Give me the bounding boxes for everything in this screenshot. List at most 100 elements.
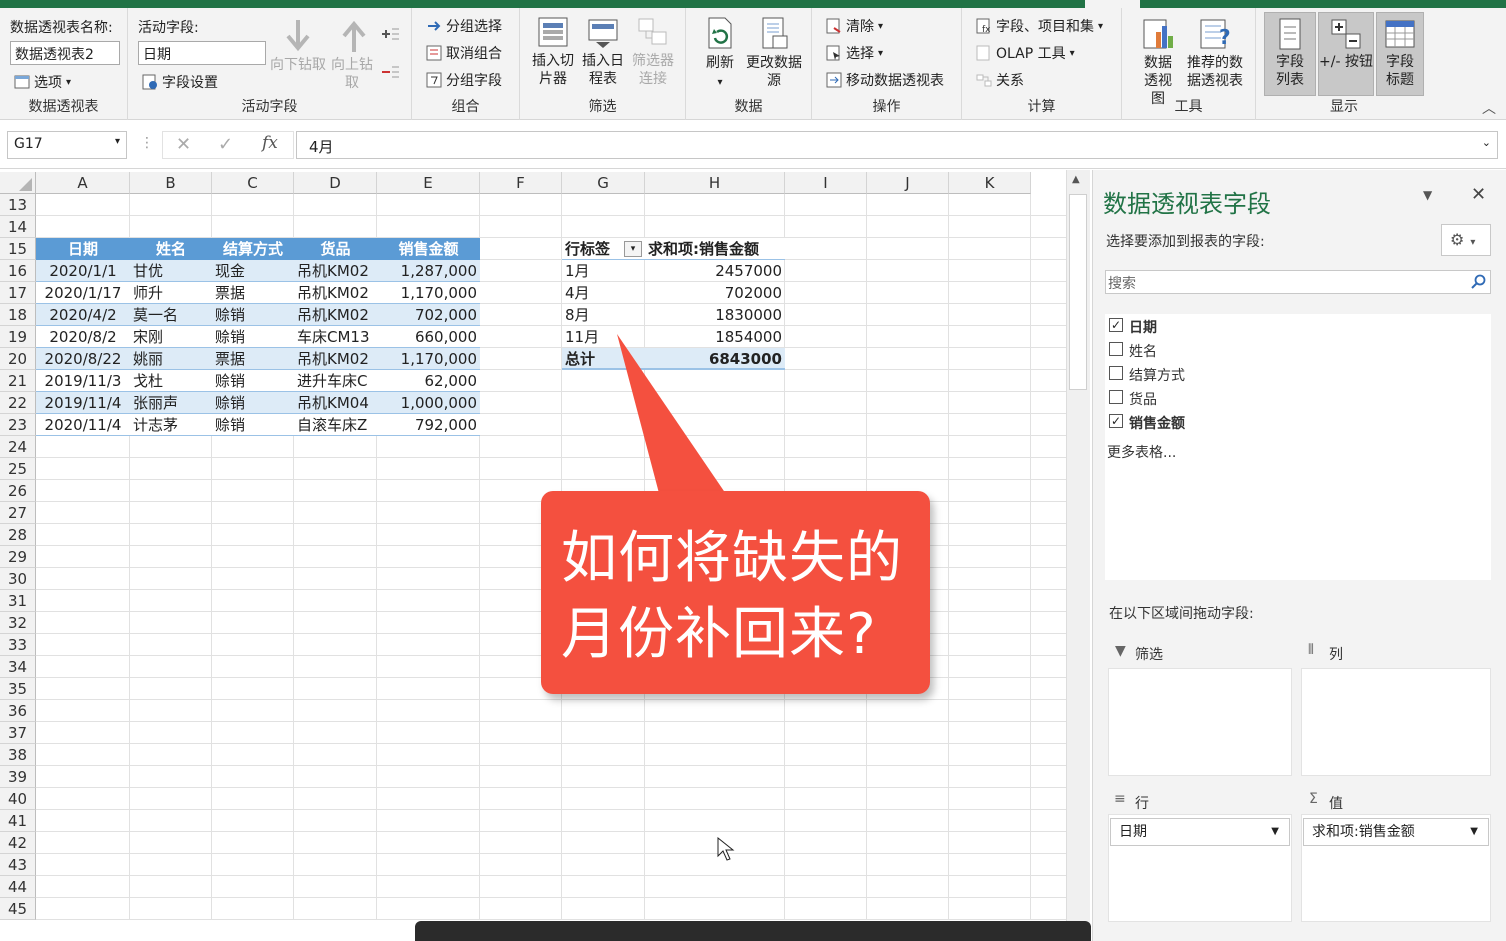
scroll-up-icon[interactable]: ▲	[1072, 174, 1080, 185]
pivot-total-label[interactable]: 总计	[562, 348, 645, 370]
drill-up-button[interactable]: 向上钻取	[330, 18, 378, 92]
chevron-down-icon[interactable]: ▼	[1271, 819, 1279, 845]
field-headers-toggle[interactable]: 字段标题	[1376, 12, 1424, 96]
table-cell[interactable]: 宋刚	[130, 326, 212, 348]
row-header[interactable]: 22	[0, 392, 36, 414]
table-cell[interactable]: 1,000,000	[377, 392, 480, 414]
collapse-ribbon-icon[interactable]: ︿	[1482, 98, 1496, 118]
column-header[interactable]: C	[212, 172, 294, 194]
row-header[interactable]: 23	[0, 414, 36, 436]
row-header[interactable]: 18	[0, 304, 36, 326]
options-button[interactable]: 选项 ▾	[14, 72, 71, 92]
expand-formula-icon[interactable]: ⌄	[1482, 136, 1491, 149]
group-field-button[interactable]: 分组字段	[426, 70, 502, 90]
pivot-row-label[interactable]: 11月	[562, 326, 645, 348]
row-header[interactable]: 28	[0, 524, 36, 546]
table-cell[interactable]: 赊销	[212, 326, 294, 348]
column-header[interactable]: F	[480, 172, 562, 194]
row-header[interactable]: 21	[0, 370, 36, 392]
row-header[interactable]: 27	[0, 502, 36, 524]
refresh-button[interactable]: 刷新 ▾	[698, 16, 742, 92]
close-icon[interactable]: ✕	[1471, 184, 1486, 205]
column-header[interactable]: G	[562, 172, 645, 194]
field-settings-button[interactable]: 字段设置	[142, 72, 218, 92]
table-cell[interactable]: 进升车床C	[294, 370, 377, 392]
buttons-toggle[interactable]: +/- 按钮	[1318, 12, 1374, 96]
row-header[interactable]: 39	[0, 766, 36, 788]
table-cell[interactable]: 2020/8/22	[36, 348, 130, 370]
table-cell[interactable]: 吊机KM02	[294, 282, 377, 304]
field-name[interactable]: 销售金额	[1129, 413, 1185, 433]
column-header[interactable]: J	[867, 172, 949, 194]
column-header[interactable]: A	[36, 172, 130, 194]
field-checkbox[interactable]	[1109, 342, 1123, 356]
table-cell[interactable]: 甘优	[130, 260, 212, 282]
row-header[interactable]: 16	[0, 260, 36, 282]
drill-down-button[interactable]: 向下钻取	[270, 18, 326, 74]
olap-tools-button[interactable]: OLAP 工具 ▾	[976, 43, 1075, 63]
field-name[interactable]: 结算方式	[1129, 365, 1185, 385]
insert-slicer-button[interactable]: 插入切片器	[530, 16, 576, 88]
pivot-value[interactable]: 1830000	[645, 304, 785, 326]
column-header[interactable]: I	[785, 172, 867, 194]
row-header[interactable]: 45	[0, 898, 36, 920]
table-cell[interactable]: 2019/11/4	[36, 392, 130, 414]
collapse-field-icon[interactable]	[380, 64, 400, 80]
table-cell[interactable]: 张丽声	[130, 392, 212, 414]
filter-connections-button[interactable]: 筛选器连接	[630, 16, 676, 88]
field-checkbox[interactable]: ✓	[1109, 414, 1123, 428]
name-box[interactable]: G17 ▾	[7, 131, 127, 159]
active-field-input[interactable]: 日期	[138, 41, 266, 65]
row-header[interactable]: 31	[0, 590, 36, 612]
field-name[interactable]: 货品	[1129, 389, 1157, 409]
table-header-cell[interactable]: 结算方式	[212, 238, 294, 260]
more-tables-link[interactable]: 更多表格...	[1107, 442, 1176, 462]
rows-field-dropdown[interactable]: 日期 ▼	[1110, 818, 1290, 846]
table-header-cell[interactable]: 姓名	[130, 238, 212, 260]
row-header[interactable]: 35	[0, 678, 36, 700]
column-header[interactable]: D	[294, 172, 377, 194]
table-header-cell[interactable]: 日期	[36, 238, 130, 260]
expand-field-icon[interactable]	[380, 26, 400, 42]
columns-area[interactable]	[1301, 668, 1491, 776]
pivot-value[interactable]: 1854000	[645, 326, 785, 348]
active-ribbon-tab[interactable]	[1085, 0, 1140, 8]
table-cell[interactable]: 1,170,000	[377, 282, 480, 304]
change-source-button[interactable]: 更改数据源	[746, 16, 802, 90]
chevron-down-icon[interactable]: ▼	[1470, 819, 1478, 845]
table-cell[interactable]: 702,000	[377, 304, 480, 326]
row-header[interactable]: 32	[0, 612, 36, 634]
rows-area[interactable]: 日期 ▼	[1108, 814, 1292, 922]
confirm-icon[interactable]: ✓	[218, 134, 233, 155]
table-cell[interactable]: 2020/1/1	[36, 260, 130, 282]
row-header[interactable]: 26	[0, 480, 36, 502]
table-cell[interactable]: 2020/8/2	[36, 326, 130, 348]
row-header[interactable]: 41	[0, 810, 36, 832]
row-header[interactable]: 29	[0, 546, 36, 568]
fields-items-sets-button[interactable]: fx 字段、项目和集 ▾	[976, 16, 1103, 36]
pivot-value-header[interactable]: 求和项:销售金额	[645, 238, 785, 260]
pivot-row-label[interactable]: 4月	[562, 282, 645, 304]
pane-options-chevron-icon[interactable]: ▼	[1423, 188, 1432, 202]
values-field-dropdown[interactable]: 求和项:销售金额 ▼	[1303, 818, 1489, 846]
pivot-value[interactable]: 2457000	[645, 260, 785, 282]
row-header[interactable]: 14	[0, 216, 36, 238]
filters-area[interactable]	[1108, 668, 1292, 776]
field-checkbox[interactable]: ✓	[1109, 318, 1123, 332]
row-header[interactable]: 19	[0, 326, 36, 348]
row-header[interactable]: 42	[0, 832, 36, 854]
row-header[interactable]: 33	[0, 634, 36, 656]
row-header[interactable]: 13	[0, 194, 36, 216]
ungroup-button[interactable]: 取消组合	[426, 43, 502, 63]
row-header[interactable]: 36	[0, 700, 36, 722]
select-button[interactable]: 选择 ▾	[826, 43, 883, 63]
insert-timeline-button[interactable]: 插入日程表	[580, 16, 626, 88]
table-cell[interactable]: 戈杜	[130, 370, 212, 392]
column-header[interactable]: H	[645, 172, 785, 194]
values-area[interactable]: 求和项:销售金额 ▼	[1301, 814, 1491, 922]
row-header[interactable]: 24	[0, 436, 36, 458]
field-checkbox[interactable]	[1109, 366, 1123, 380]
cancel-icon[interactable]: ✕	[176, 134, 191, 155]
field-name[interactable]: 日期	[1129, 317, 1157, 337]
clear-button[interactable]: 清除 ▾	[826, 16, 883, 36]
